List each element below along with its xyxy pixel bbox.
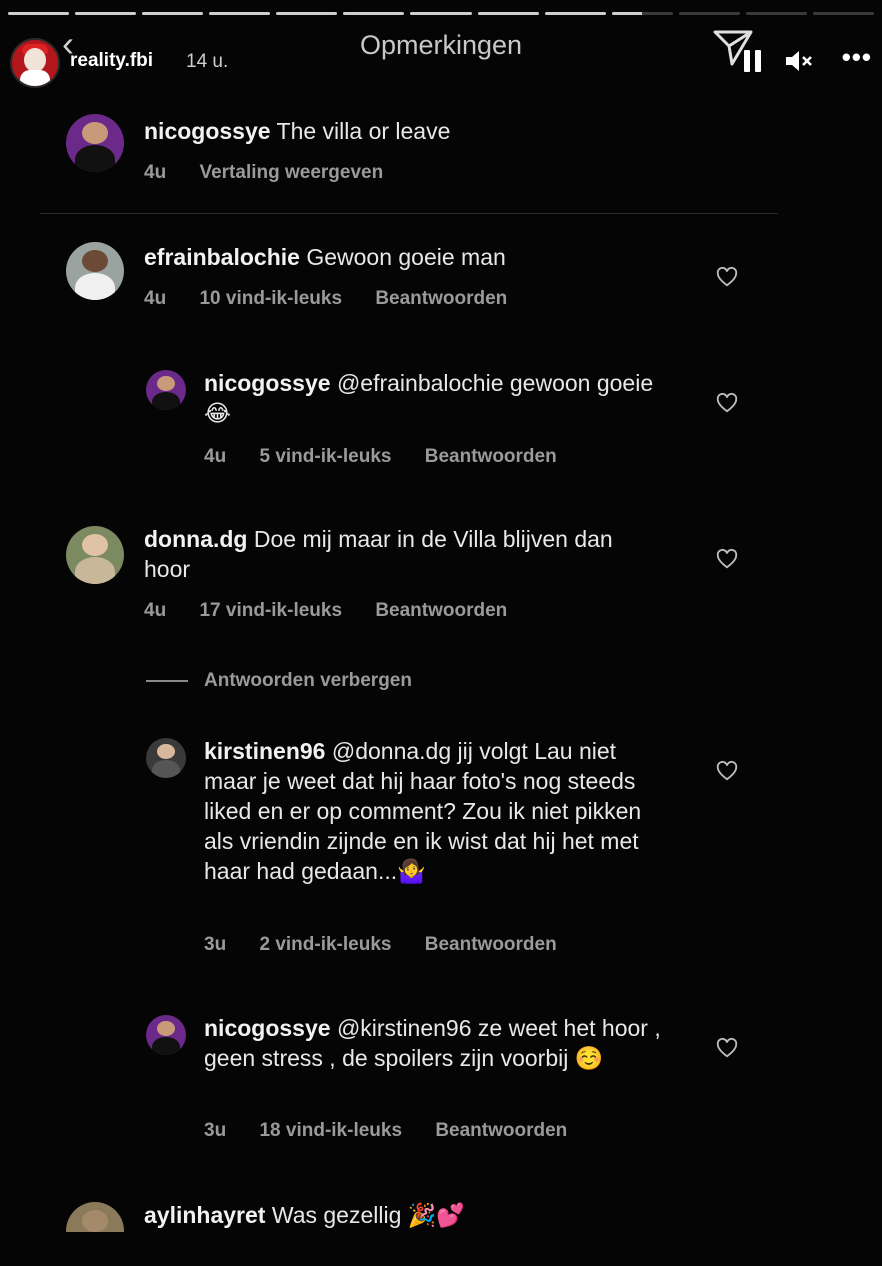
avatar[interactable]: [66, 1202, 124, 1232]
comment-text: The villa or leave: [276, 118, 451, 144]
story-progress-segment: [209, 12, 271, 15]
reply-button[interactable]: Beantwoorden: [425, 446, 557, 467]
comment-time: 4u: [144, 288, 167, 309]
divider-line: [146, 679, 188, 682]
heart-icon[interactable]: [716, 760, 738, 782]
mute-icon[interactable]: [784, 48, 814, 74]
reply-button[interactable]: Beantwoorden: [375, 600, 507, 621]
comment-username[interactable]: nicogossye: [204, 1015, 331, 1041]
story-progress-segment: [410, 12, 472, 15]
story-progress-segment: [477, 12, 539, 15]
comment-time: 3u: [204, 934, 227, 955]
avatar[interactable]: [66, 114, 124, 172]
comment-username[interactable]: donna.dg: [144, 526, 247, 552]
like-count[interactable]: 2 vind-ik-leuks: [259, 934, 391, 955]
reply-button[interactable]: Beantwoorden: [375, 288, 507, 309]
comment-text: Gewoon goeie man: [306, 244, 506, 270]
heart-icon[interactable]: [716, 392, 738, 414]
comment-username[interactable]: kirstinen96: [204, 738, 325, 764]
comment-time: 4u: [204, 446, 227, 467]
heart-icon[interactable]: [716, 266, 738, 288]
story-progress-segment: [544, 12, 606, 15]
divider: [40, 213, 778, 214]
comment-time: 4u: [144, 600, 167, 621]
avatar[interactable]: [146, 370, 186, 410]
translate-link[interactable]: Vertaling weergeven: [199, 162, 383, 183]
avatar[interactable]: [66, 242, 124, 300]
like-count[interactable]: 10 vind-ik-leuks: [199, 288, 342, 309]
hide-replies-button[interactable]: Antwoorden verbergen: [146, 670, 412, 692]
like-count[interactable]: 5 vind-ik-leuks: [259, 446, 391, 467]
comment-username[interactable]: efrainbalochie: [144, 244, 300, 270]
comment-time: 4u: [144, 162, 167, 183]
comment: aylinhayret Was gezellig 🎉💕: [0, 1200, 882, 1232]
more-icon[interactable]: •••: [842, 42, 872, 73]
story-progress-segment: [276, 12, 338, 15]
reply-button[interactable]: Beantwoorden: [435, 1120, 567, 1141]
like-count[interactable]: 18 vind-ik-leuks: [259, 1120, 402, 1141]
story-progress-segment: [142, 12, 204, 15]
story-progress-segment: [745, 12, 807, 15]
story-progress-bar: [8, 12, 875, 15]
story-progress-segment: [8, 12, 70, 15]
story-progress-segment: [611, 12, 673, 15]
story-progress-segment: [812, 12, 875, 15]
story-progress-segment: [678, 12, 740, 15]
comment-username[interactable]: nicogossye: [144, 118, 271, 144]
heart-icon[interactable]: [716, 1037, 738, 1059]
comment-time: 3u: [204, 1120, 227, 1141]
hide-replies-label: Antwoorden verbergen: [204, 670, 412, 691]
story-progress-segment: [343, 12, 405, 15]
comment-text: Was gezellig 🎉💕: [271, 1202, 466, 1228]
story-progress-segment: [75, 12, 137, 15]
avatar[interactable]: [146, 1015, 186, 1055]
avatar[interactable]: [66, 526, 124, 584]
avatar[interactable]: [146, 738, 186, 778]
comment-username[interactable]: aylinhayret: [144, 1202, 265, 1228]
pause-icon[interactable]: [744, 50, 762, 72]
reply-button[interactable]: Beantwoorden: [425, 934, 557, 955]
heart-icon[interactable]: [716, 548, 738, 570]
story-header: ‹ reality.fbi 14 u. Opmerkingen •••: [8, 26, 874, 90]
comment-username[interactable]: nicogossye: [204, 370, 331, 396]
like-count[interactable]: 17 vind-ik-leuks: [199, 600, 342, 621]
